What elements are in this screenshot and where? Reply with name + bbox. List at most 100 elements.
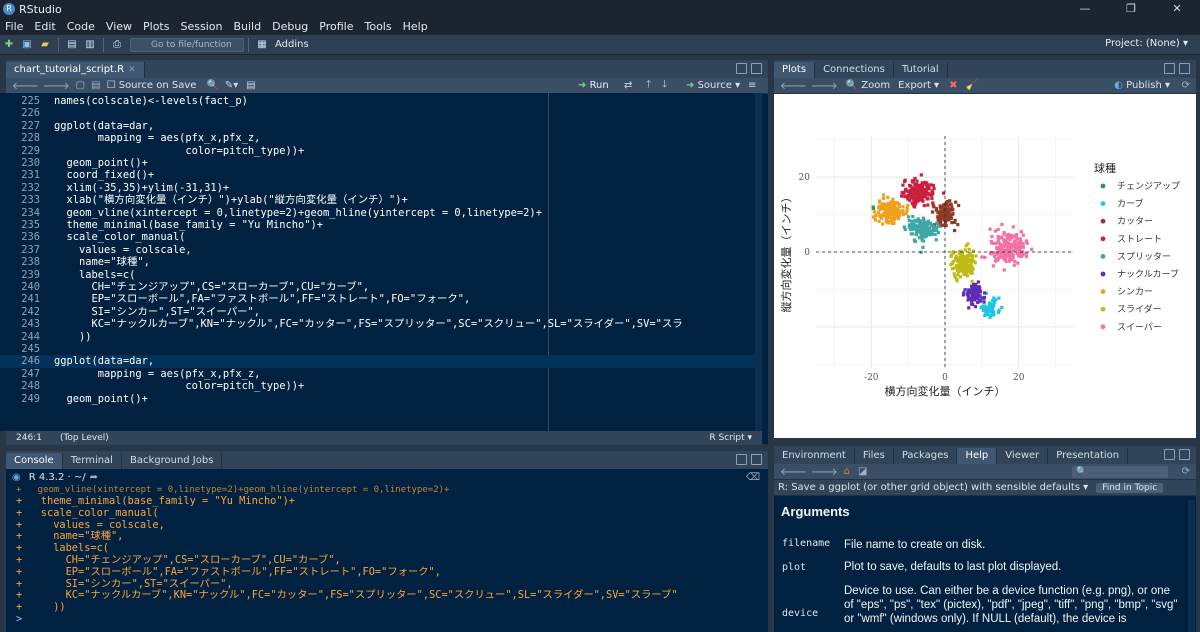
- code-line[interactable]: 239 labels=c(: [0, 269, 762, 281]
- menu-help[interactable]: Help: [398, 20, 434, 33]
- help-topic-selector[interactable]: R: Save a ggplot (or other grid object) …: [778, 482, 1088, 493]
- scope-selector[interactable]: (Top Level): [60, 433, 109, 443]
- grid-layout-icon[interactable]: ▦: [255, 39, 269, 51]
- help-popout-icon[interactable]: ◪: [858, 466, 867, 477]
- tab-0[interactable]: Plots: [774, 62, 816, 78]
- zoom-button[interactable]: 🔍 Zoom: [846, 80, 890, 91]
- minimize-icon[interactable]: —: [1062, 0, 1108, 18]
- down-arrow-icon[interactable]: 🡓: [662, 77, 667, 94]
- save-all-icon[interactable]: ▥: [83, 39, 97, 51]
- tab-1[interactable]: Terminal: [63, 453, 122, 469]
- menu-edit[interactable]: Edit: [29, 20, 61, 33]
- maximize-console-icon[interactable]: [751, 454, 762, 465]
- minimize-plots-icon[interactable]: [1164, 63, 1175, 74]
- maximize-pane-icon[interactable]: [751, 63, 762, 74]
- goto-dir-icon[interactable]: ➦: [90, 472, 98, 483]
- tab-3[interactable]: Help: [957, 448, 998, 464]
- tab-5[interactable]: Presentation: [1048, 448, 1129, 464]
- up-arrow-icon[interactable]: 🡑: [646, 77, 651, 94]
- help-forward-icon[interactable]: 🡒: [811, 466, 838, 478]
- maximize-plots-icon[interactable]: [1179, 63, 1190, 74]
- code-line[interactable]: 232 xlim(-35,35)+ylim(-31,31)+: [0, 182, 762, 194]
- tab-script[interactable]: chart_tutorial_script.R ✕: [6, 62, 145, 78]
- code-line[interactable]: 245: [0, 343, 762, 355]
- export-button[interactable]: Export ▾: [898, 80, 939, 91]
- rerun-icon[interactable]: ⇄: [624, 80, 632, 91]
- print-icon[interactable]: ⎙: [110, 39, 124, 51]
- tab-2[interactable]: Background Jobs: [122, 453, 223, 469]
- menu-code[interactable]: Code: [62, 20, 101, 33]
- code-line[interactable]: 225 names(colscale)<-levels(fact_p): [0, 95, 762, 107]
- project-menu[interactable]: Project: (None) ▾: [1105, 38, 1188, 49]
- magic-wand-icon[interactable]: ✎▾: [225, 80, 238, 91]
- tab-0[interactable]: Console: [6, 453, 63, 469]
- code-line[interactable]: 234 geom_vline(xintercept = 0,linetype=2…: [0, 207, 762, 219]
- refresh-plot-icon[interactable]: ⟳: [1182, 80, 1190, 91]
- code-line[interactable]: 226: [0, 107, 762, 119]
- clear-plots-icon[interactable]: 🧹: [965, 80, 977, 91]
- clear-console-icon[interactable]: ⌫: [746, 472, 760, 483]
- next-plot-icon[interactable]: 🡒: [811, 80, 838, 92]
- compile-report-icon[interactable]: ▤: [246, 80, 255, 91]
- publish-button[interactable]: ◐ Publish ▾: [1114, 80, 1170, 91]
- maximize-help-icon[interactable]: [1179, 449, 1190, 460]
- tab-0[interactable]: Environment: [774, 448, 855, 464]
- menu-session[interactable]: Session: [175, 20, 228, 33]
- menu-view[interactable]: View: [101, 20, 138, 33]
- code-line[interactable]: 243 KC="ナックルカーブ",KN="ナックル",FC="カッター",FS=…: [0, 318, 762, 330]
- source-button[interactable]: ➜ Source ▾: [686, 80, 740, 91]
- code-line[interactable]: 228 mapping = aes(pfx_x,pfx_z,: [0, 132, 762, 144]
- close-icon[interactable]: ✕: [1154, 0, 1200, 18]
- restore-icon[interactable]: ❐: [1108, 0, 1154, 18]
- menu-file[interactable]: File: [0, 20, 29, 33]
- code-line[interactable]: 230 geom_point()+: [0, 157, 762, 169]
- code-line[interactable]: 231 coord_fixed()+: [0, 169, 762, 181]
- code-line[interactable]: 240 CH="チェンジアップ",CS="スローカーブ",CU="カーブ",: [0, 281, 762, 293]
- code-line[interactable]: 237 values = colscale,: [0, 244, 762, 256]
- prev-plot-icon[interactable]: 🡐: [780, 80, 807, 92]
- menu-tools[interactable]: Tools: [359, 20, 397, 33]
- code-line[interactable]: 249 geom_point()+: [0, 393, 762, 405]
- file-type-selector[interactable]: R Script ▾: [709, 433, 752, 443]
- goto-file-input[interactable]: Go to file/function: [130, 37, 244, 52]
- help-back-icon[interactable]: 🡐: [780, 466, 807, 478]
- minimize-help-icon[interactable]: [1164, 449, 1175, 460]
- menu-debug[interactable]: Debug: [267, 20, 314, 33]
- close-tab-icon[interactable]: ✕: [128, 65, 136, 75]
- tab-2[interactable]: Packages: [894, 448, 958, 464]
- menu-profile[interactable]: Profile: [314, 20, 359, 33]
- code-line[interactable]: 238 name="球種",: [0, 256, 762, 268]
- code-line[interactable]: 236 scale_color_manual(: [0, 231, 762, 243]
- minimize-console-icon[interactable]: [736, 454, 747, 465]
- save-file-icon[interactable]: ▤: [91, 80, 100, 91]
- run-button[interactable]: ➜ Run: [578, 80, 609, 91]
- forward-icon[interactable]: 🡒: [43, 80, 70, 92]
- code-line[interactable]: 248 color=pitch_type))+: [0, 380, 762, 392]
- tab-1[interactable]: Files: [855, 448, 894, 464]
- code-line[interactable]: 246 ggplot(data=dar,: [0, 355, 762, 368]
- new-file-icon[interactable]: ✚: [2, 39, 16, 51]
- help-refresh-icon[interactable]: ⟳: [1182, 466, 1190, 477]
- back-icon[interactable]: 🡐: [12, 80, 39, 92]
- tab-1[interactable]: Connections: [815, 62, 894, 78]
- code-line[interactable]: 227 ggplot(data=dar,: [0, 120, 762, 132]
- code-line[interactable]: 244 )): [0, 331, 762, 343]
- show-in-window-icon[interactable]: ▢: [76, 80, 85, 91]
- tab-2[interactable]: Tutorial: [894, 62, 948, 78]
- code-editor[interactable]: 225 names(colscale)<-levels(fact_p) 226 227…: [0, 93, 762, 431]
- search-icon[interactable]: 🔍: [206, 80, 218, 91]
- outline-icon[interactable]: ≡: [748, 80, 756, 91]
- remove-plot-icon[interactable]: ✖: [949, 80, 957, 91]
- open-file-icon[interactable]: ▰: [38, 39, 52, 51]
- code-line[interactable]: 247 mapping = aes(pfx_x,pfx_z,: [0, 368, 762, 380]
- code-line[interactable]: 229 color=pitch_type))+: [0, 145, 762, 157]
- source-on-save-checkbox[interactable]: ☐ Source on Save: [107, 80, 197, 91]
- find-in-topic-input[interactable]: Find in Topic: [1096, 482, 1164, 493]
- save-icon[interactable]: ▤: [65, 39, 79, 51]
- help-home-icon[interactable]: ⌂: [844, 466, 850, 477]
- menu-plots[interactable]: Plots: [138, 20, 175, 33]
- code-line[interactable]: 242 SI="シンカー",ST="スイーパー",: [0, 306, 762, 318]
- minimize-pane-icon[interactable]: [736, 63, 747, 74]
- addins-menu[interactable]: Addins: [275, 39, 309, 50]
- code-line[interactable]: 241 EP="スローボール",FA="ファストボール",FF="ストレート",…: [0, 293, 762, 305]
